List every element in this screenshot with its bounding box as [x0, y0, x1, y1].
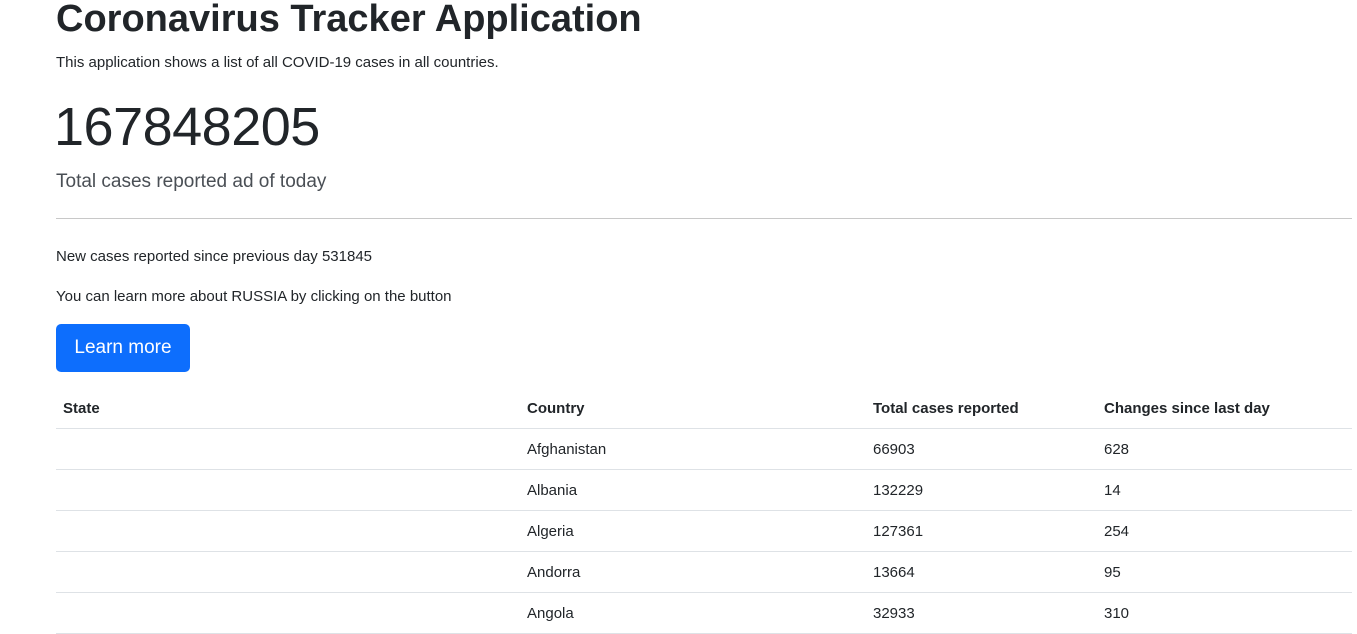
cell-total-cases: 127361	[866, 510, 1097, 552]
divider	[56, 218, 1352, 219]
page-subtitle: This application shows a list of all COV…	[56, 54, 499, 71]
cell-changes: 14	[1097, 469, 1352, 511]
cell-changes: 310	[1097, 592, 1352, 634]
table-row: Albania 132229 14	[56, 469, 1352, 511]
column-header-changes: Changes since last day	[1097, 388, 1352, 429]
cell-changes: 95	[1097, 551, 1352, 593]
cell-total-cases: 13664	[866, 551, 1097, 593]
total-cases-count: 167848205	[54, 97, 320, 157]
cell-state	[56, 428, 520, 470]
cell-country: Andorra	[520, 551, 866, 593]
table-row: Afghanistan 66903 628	[56, 428, 1352, 470]
cell-state	[56, 592, 520, 634]
cell-state	[56, 469, 520, 511]
cell-total-cases: 132229	[866, 469, 1097, 511]
cell-state	[56, 510, 520, 552]
cell-country: Afghanistan	[520, 428, 866, 470]
learn-more-button[interactable]: Learn more	[56, 324, 190, 372]
cell-state	[56, 551, 520, 593]
page-title: Coronavirus Tracker Application	[56, 0, 642, 40]
table-row: Andorra 13664 95	[56, 551, 1352, 593]
cell-total-cases: 66903	[866, 428, 1097, 470]
learn-more-text: You can learn more about RUSSIA by click…	[56, 288, 452, 305]
table-header-row: State Country Total cases reported Chang…	[56, 388, 1352, 429]
cases-table: State Country Total cases reported Chang…	[56, 388, 1352, 634]
cell-country: Angola	[520, 592, 866, 634]
column-header-state: State	[56, 388, 520, 429]
cell-country: Algeria	[520, 510, 866, 552]
cell-changes: 254	[1097, 510, 1352, 552]
column-header-total-cases: Total cases reported	[866, 388, 1097, 429]
cell-total-cases: 32933	[866, 592, 1097, 634]
table-row: Algeria 127361 254	[56, 510, 1352, 552]
total-cases-label: Total cases reported ad of today	[56, 171, 327, 192]
cell-country: Albania	[520, 469, 866, 511]
cell-changes: 628	[1097, 428, 1352, 470]
new-cases-text: New cases reported since previous day 53…	[56, 248, 373, 265]
column-header-country: Country	[520, 388, 866, 429]
table-row: Angola 32933 310	[56, 592, 1352, 634]
